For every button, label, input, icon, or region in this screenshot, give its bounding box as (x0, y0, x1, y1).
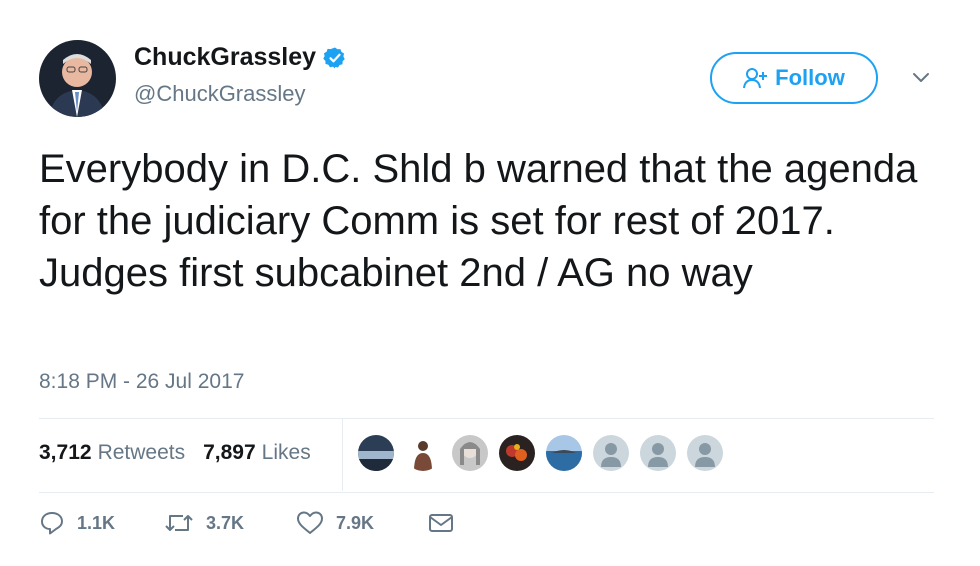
follow-button-label: Follow (775, 65, 845, 90)
retweet-button[interactable]: 3.7K (164, 510, 296, 536)
like-count: 7.9K (336, 512, 375, 533)
tweet-stats: 3,712 Retweets 7,897 Likes (39, 441, 311, 465)
divider-top (39, 418, 934, 419)
retweets-stat-count: 3,712 (39, 441, 92, 464)
stats-divider (342, 418, 343, 491)
likers-list (358, 435, 734, 471)
direct-message-button[interactable] (428, 511, 466, 535)
chevron-down-icon[interactable] (909, 66, 933, 90)
likes-stat[interactable]: 7,897 Likes (203, 441, 311, 465)
liker-avatar-default[interactable] (593, 435, 629, 471)
tweet-text: Everybody in D.C. Shld b warned that the… (39, 147, 918, 295)
verified-badge-icon (323, 47, 345, 68)
liker-avatar-sea[interactable] (546, 435, 582, 471)
reply-icon (41, 512, 63, 535)
author-avatar[interactable] (39, 40, 116, 117)
reply-count: 1.1K (77, 512, 116, 533)
retweet-icon (165, 515, 193, 531)
retweets-stat[interactable]: 3,712 Retweets (39, 441, 185, 465)
liker-avatar-flowers[interactable] (499, 435, 535, 471)
likes-stat-label: Likes (261, 441, 311, 464)
like-button[interactable]: 7.9K (296, 510, 428, 536)
liker-avatar-default[interactable] (640, 435, 676, 471)
reply-button[interactable]: 1.1K (39, 510, 164, 536)
envelope-icon (429, 514, 453, 532)
add-user-icon (743, 68, 768, 89)
retweet-count: 3.7K (206, 512, 245, 533)
retweets-stat-label: Retweets (97, 441, 186, 464)
author-display-name[interactable]: ChuckGrassley (134, 43, 316, 72)
follow-button[interactable]: Follow (710, 52, 878, 104)
author-handle[interactable]: @ChuckGrassley (134, 81, 306, 107)
tweet-actions: 1.1K 3.7K 7.9K (39, 510, 466, 536)
divider-bottom (39, 492, 934, 493)
heart-icon (297, 511, 323, 534)
liker-avatar-default[interactable] (687, 435, 723, 471)
liker-avatar-woman[interactable] (452, 435, 488, 471)
liker-avatar-landscape[interactable] (358, 435, 394, 471)
likes-stat-count: 7,897 (203, 441, 256, 464)
tweet-timestamp[interactable]: 8:18 PM - 26 Jul 2017 (39, 370, 244, 394)
liker-avatar-person[interactable] (405, 435, 441, 471)
